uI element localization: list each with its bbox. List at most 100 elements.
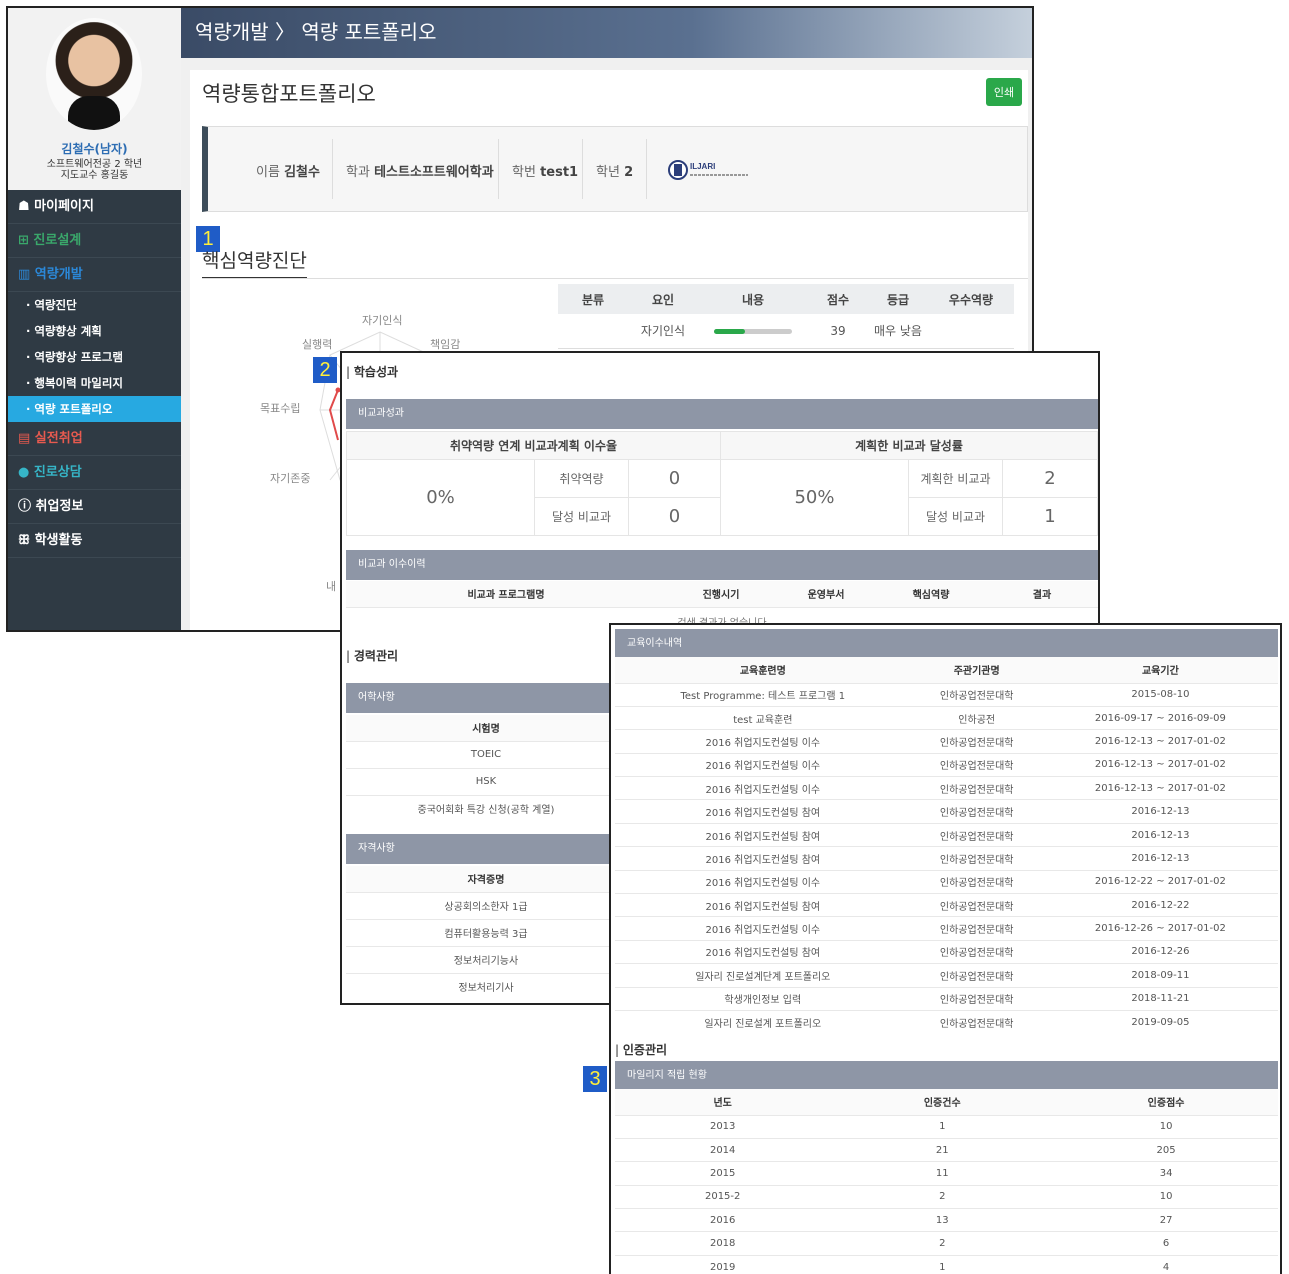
table-cell: test 교육훈련: [615, 705, 911, 730]
column-header: 자격증명: [346, 866, 626, 892]
table-cell: 27: [1054, 1208, 1278, 1232]
nonsubject-history-bar: 비교과 이수이력: [346, 550, 1098, 580]
sidebar-item[interactable]: ● 진로상담: [8, 456, 181, 490]
table-cell: 10: [1054, 1184, 1278, 1209]
stat-label: 계획한 비교과: [908, 459, 1003, 498]
info-divider: [498, 139, 499, 199]
stat-value: 0: [628, 497, 721, 536]
mileage-table: 년도 인증건수 인증점수 2013 1 10 2014 21 205 2015 11 34 2015-2…: [615, 1089, 1278, 1274]
table-row: 중국어회화 특강 신청(공학 계열): [346, 794, 626, 822]
table-row: 2016 취업지도컨설팅 참여 인하공업전문대학 2016-12-22: [615, 893, 1278, 917]
table-row: 2019 1 4: [615, 1254, 1278, 1274]
sidebar-item[interactable]: ꕥ 학생활동: [8, 524, 181, 558]
table-cell: 2016-12-22: [1042, 893, 1278, 917]
table-cell: 2016 취업지도컨설팅 이수: [615, 729, 911, 754]
table-row: 2016 취업지도컨설팅 참여 인하공업전문대학 2016-12-13: [615, 822, 1278, 847]
license-bar: 자격사항: [346, 834, 646, 864]
sidebar-item[interactable]: ⓘ 취업정보: [8, 490, 181, 524]
table-cell: 11: [830, 1161, 1055, 1186]
table-row: 2014 21 205: [615, 1137, 1278, 1162]
svg-text:ILJARI: ILJARI: [690, 162, 715, 171]
column-header: 교육훈련명: [615, 657, 911, 683]
table-cell: 2016-12-26 ~ 2017-01-02: [1042, 916, 1278, 941]
student-info-box: 이름 김철수 학과 테스트소프트웨어학과 학번 test1 학년 2 ILJAR…: [202, 126, 1028, 212]
table-row: 2016 취업지도컨설팅 참여 인하공업전문대학 2016-12-13: [615, 846, 1278, 871]
table-cell: 인하공업전문대학: [910, 869, 1043, 894]
table-cell: 2016 취업지도컨설팅 참여: [615, 846, 911, 871]
marker-2: 2: [313, 357, 337, 383]
sidebar-item[interactable]: ▥ 역량개발: [8, 258, 181, 292]
table-row: 일자리 진로설계단계 포트폴리오 인하공업전문대학 2018-09-11: [615, 963, 1278, 988]
table-row: 2013 1 10: [615, 1114, 1278, 1139]
language-table: 시험명 TOEIC HSK 중국어회화 특강 신청(공학 계열): [346, 715, 626, 822]
table-cell: 2: [830, 1231, 1055, 1256]
column-header: 점수: [808, 284, 868, 314]
sidebar-item[interactable]: · 역량향상 계획: [8, 318, 181, 344]
table-cell: 2016 취업지도컨설팅 참여: [615, 822, 911, 847]
score-bar: [714, 328, 792, 334]
radar-label: 목표수립: [260, 402, 301, 415]
learning-section-title: 학습성과: [346, 363, 398, 380]
table-cell: 중국어회화 특강 신청(공학 계열): [346, 794, 626, 822]
profile-advisor: 지도교수 홍길동: [60, 170, 129, 181]
table-cell: TOEIC: [346, 740, 626, 768]
print-button[interactable]: 인쇄: [986, 78, 1022, 106]
radar-label: 실행력: [302, 338, 333, 351]
stat-label: 달성 비교과: [534, 497, 629, 536]
sidebar-item[interactable]: ⊞ 진로설계: [8, 224, 181, 258]
education-window: 교육이수내역 교육훈련명 주관기관명 교육기간 Test Programme: 테스트…: [609, 623, 1282, 1274]
table-cell: 인하공업전문대학: [910, 963, 1043, 988]
table-cell: 컴퓨터활용능력 3급: [346, 918, 626, 946]
column-header: 내용: [698, 284, 808, 314]
table-row: 2016 취업지도컨설팅 이수 인하공업전문대학 2016-12-13 ~ 2017…: [615, 752, 1278, 777]
table-cell: 학생개인정보 입력: [615, 986, 911, 1011]
table-row: 상공회의소한자 1급: [346, 891, 626, 919]
table-cell: 인하공업전문대학: [910, 893, 1043, 917]
sidebar-item[interactable]: · 행복이력 마일리지: [8, 370, 181, 396]
table-cell: 2016-12-13: [1042, 822, 1278, 847]
radar-label: 자기존중: [270, 472, 311, 485]
info-divider: [646, 139, 647, 199]
table-row: 2016 취업지도컨설팅 참여 인하공업전문대학 2016-12-13: [615, 799, 1278, 824]
table-cell: 4: [1054, 1254, 1278, 1274]
page-title: 역량통합포트폴리오: [202, 82, 376, 106]
table-cell: 1: [830, 1254, 1055, 1274]
table-cell: 상공회의소한자 1급: [346, 891, 626, 919]
sidebar-item[interactable]: ▤ 실전취업: [8, 422, 181, 456]
language-bar: 어학사항: [346, 683, 646, 713]
table-cell: 인하공업전문대학: [910, 986, 1043, 1011]
info-grade: 학년 2: [596, 165, 634, 180]
table-cell: 10: [1054, 1114, 1278, 1139]
table-row: 2016 취업지도컨설팅 이수 인하공업전문대학 2016-12-22 ~ 2017…: [615, 869, 1278, 894]
table-cell: 인하공전: [910, 705, 1043, 730]
radar-label: 자기인식: [362, 314, 403, 327]
info-id: 학번 test1: [512, 165, 579, 180]
sidebar-item[interactable]: · 역량진단: [8, 292, 181, 318]
stat-value: 0: [628, 459, 721, 498]
license-table: 자격증명 상공회의소한자 1급 컴퓨터활용능력 3급 정보처리기능사 정보처리기사: [346, 866, 626, 1000]
column-header: 진행시기: [666, 581, 776, 607]
breadcrumb-bar: 역량개발 〉 역량 포트폴리오: [181, 8, 1032, 58]
table-cell: 2016-12-13: [1042, 846, 1278, 871]
table-row: 2015-2 2 10: [615, 1184, 1278, 1209]
table-cell: Test Programme: 테스트 프로그램 1: [615, 682, 911, 707]
column-header: 비교과 프로그램명: [346, 581, 666, 607]
table-row: HSK: [346, 767, 626, 795]
table-cell: 2016 취업지도컨설팅 참여: [615, 893, 911, 917]
weak-rate: 0%: [346, 459, 535, 536]
table-cell: 2015: [615, 1161, 831, 1186]
sidebar-item[interactable]: · 역량 포트폴리오: [8, 396, 181, 422]
column-header: 년도: [615, 1089, 831, 1115]
table-cell: 인하공업전문대학: [910, 846, 1043, 871]
table-cell: 2016 취업지도컨설팅 이수: [615, 752, 911, 777]
sidebar-item[interactable]: ☗ 마이페이지: [8, 190, 181, 224]
table-cell: 2016 취업지도컨설팅 참여: [615, 799, 911, 824]
stat-label: 달성 비교과: [908, 497, 1003, 536]
column-header: 운영부서: [776, 581, 876, 607]
table-row: TOEIC: [346, 740, 626, 768]
table-row: Test Programme: 테스트 프로그램 1 인하공업전문대학 2015-0…: [615, 682, 1278, 707]
sidebar-item[interactable]: · 역량향상 프로그램: [8, 344, 181, 370]
table-row: 정보처리기능사: [346, 945, 626, 973]
table-row: 정보처리기사: [346, 972, 626, 1000]
table-cell: 인하공업전문대학: [910, 752, 1043, 777]
